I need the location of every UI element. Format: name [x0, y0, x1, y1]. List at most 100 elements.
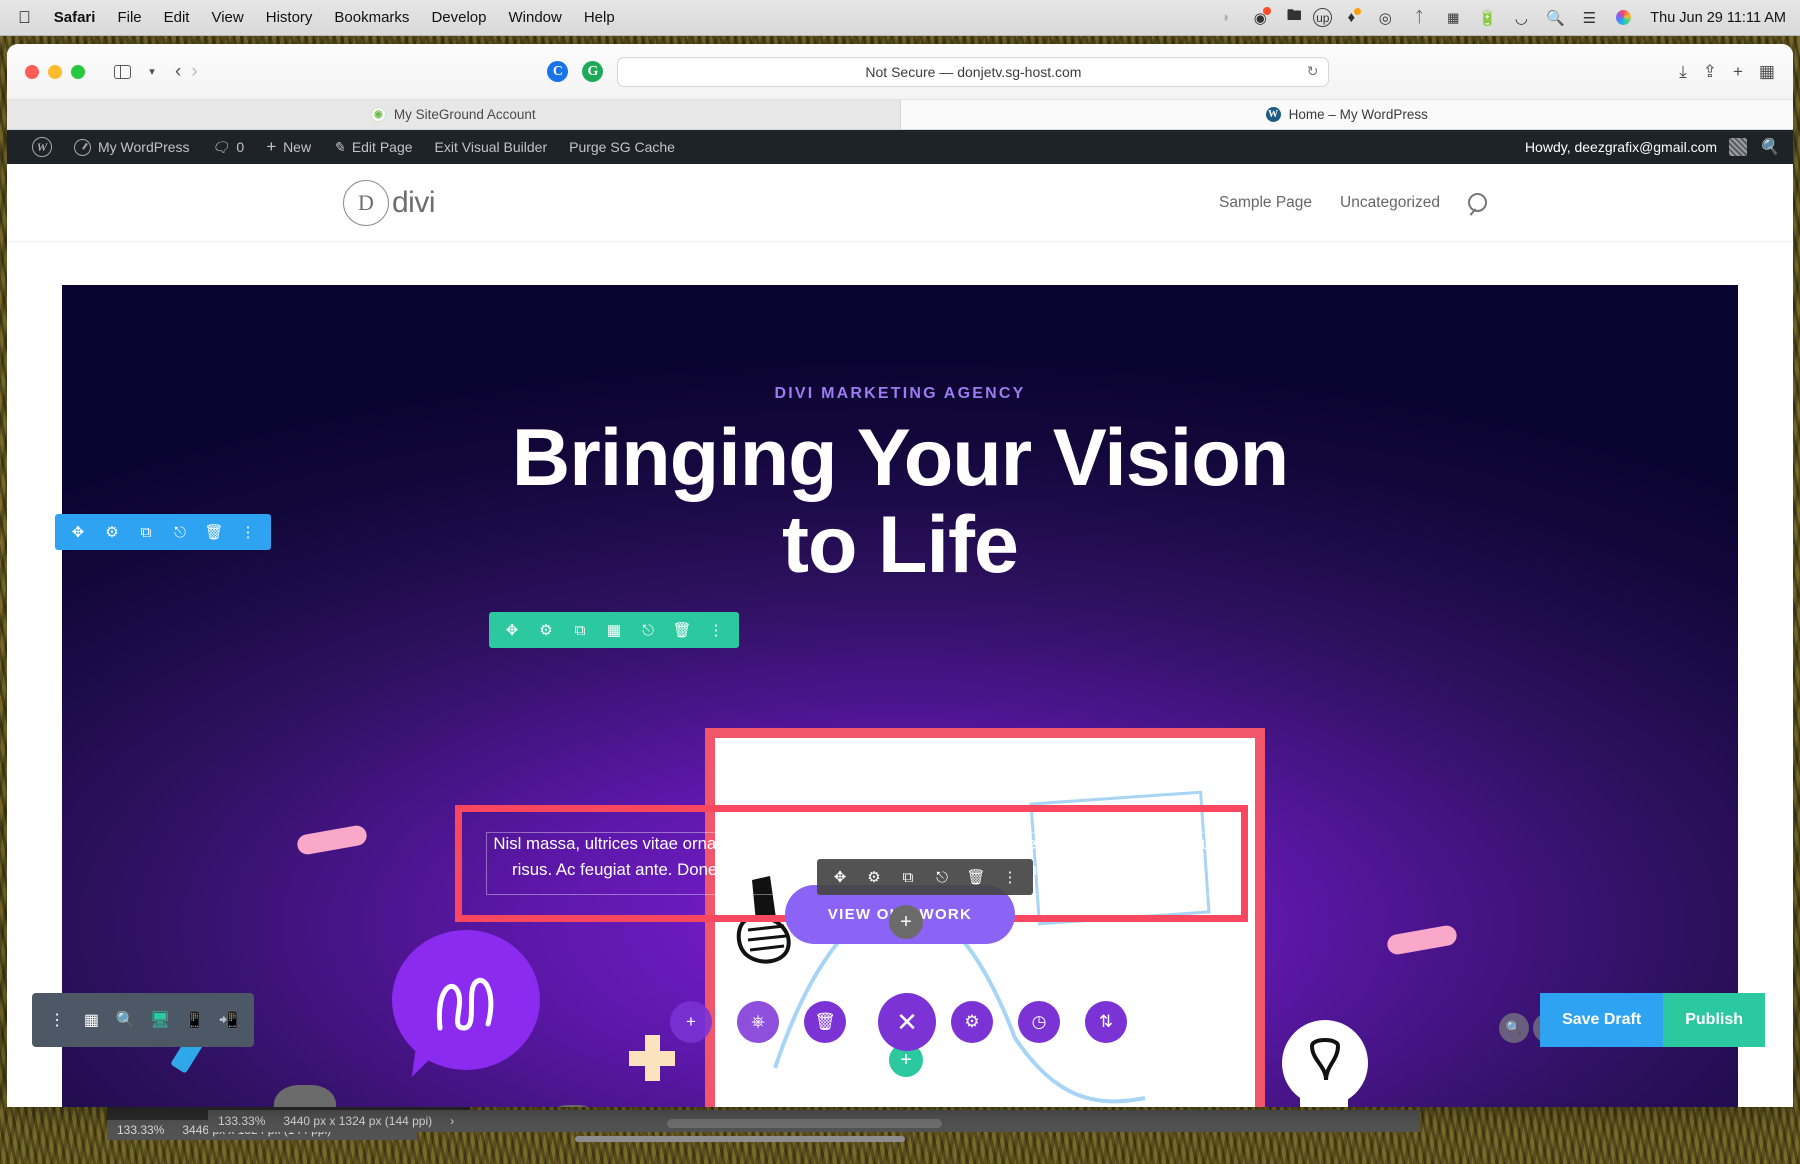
trash-icon[interactable]: 🗑 — [665, 612, 699, 648]
admin-bar-item-new[interactable]: + New — [255, 130, 322, 164]
new-tab-icon[interactable]: + — [1733, 62, 1743, 82]
tab-grid-icon[interactable]: ▦ — [1759, 62, 1775, 82]
timemachine-icon[interactable]: ◎ — [1370, 6, 1400, 30]
gear-icon[interactable]: ⚙ — [529, 612, 563, 648]
builder-view-toolbar[interactable]: ⋮ ▦ 🔍 🖥 📱 📲 — [32, 993, 254, 1047]
zoom-button[interactable] — [71, 64, 85, 79]
calculator-icon[interactable]: ▦ — [1438, 6, 1468, 30]
battery-icon[interactable]: 🔋 — [1472, 6, 1502, 30]
menu-item-file[interactable]: File — [106, 0, 152, 36]
gear-icon[interactable]: ⚙ — [857, 859, 891, 895]
user-avatar[interactable] — [1729, 138, 1748, 156]
admin-bar-item-purge-sg-cache[interactable]: Purge SG Cache — [558, 130, 686, 164]
menu-item-help[interactable]: Help — [573, 0, 626, 36]
fab-close-x-icon[interactable]: ✕ — [878, 993, 936, 1051]
chevron-down-icon[interactable]: ▾ — [137, 59, 167, 85]
row-settings-toolbar[interactable]: ✥ ⚙ ⧉ ▦ ⎋ 🗑 ⋮ — [489, 612, 739, 648]
fab-responsive-sort-icon[interactable]: ⇅ — [1085, 1001, 1127, 1043]
save-draft-button[interactable]: Save Draft — [1540, 993, 1664, 1047]
move-icon[interactable]: ✥ — [61, 514, 95, 550]
nav-item-sample-page[interactable]: Sample Page — [1219, 194, 1312, 212]
tab-home-my-wordpress[interactable]: W Home – My WordPress — [900, 100, 1793, 129]
admin-bar-item-edit-page[interactable]: ✎ Edit Page — [322, 130, 423, 164]
back-arrow-icon[interactable]: ‹ — [175, 61, 181, 83]
menu-item-window[interactable]: Window — [497, 0, 572, 36]
address-bar[interactable]: Not Secure — donjetv.sg-host.com ↻ — [617, 56, 1330, 87]
g-extension-icon[interactable]: G — [582, 61, 604, 82]
folder-icon[interactable]: 🖿 — [1279, 6, 1309, 30]
add-module-button[interactable]: + — [889, 905, 923, 939]
menu-item-develop[interactable]: Develop — [420, 0, 497, 36]
fab-trash-icon[interactable]: 🗑 — [804, 1001, 846, 1043]
sidebar-toggle-icon[interactable] — [107, 59, 137, 85]
search-icon[interactable]: 🔍 — [1499, 1013, 1529, 1043]
menu-bar-status-icons: ◗ ◉ 🖿 up ♦ ◎ ᛏ ▦ 🔋 ◡ 🔍 ☰ Thu Jun 29 11:1… — [1211, 6, 1800, 30]
wireframe-view-icon[interactable]: ▦ — [76, 1005, 106, 1035]
trash-icon[interactable]: 🗑 — [959, 859, 993, 895]
spotlight-search-icon[interactable]: 🔍 — [1540, 6, 1570, 30]
save-library-icon[interactable]: ⎋ — [631, 612, 665, 648]
more-options-icon[interactable]: ⋮ — [42, 1005, 72, 1035]
module-settings-toolbar[interactable]: ✥ ⚙ ⧉ ⎋ 🗑 ⋮ — [817, 859, 1033, 895]
search-icon[interactable] — [1468, 193, 1487, 212]
more-options-icon[interactable]: ⋮ — [231, 514, 265, 550]
nav-item-uncategorized[interactable]: Uncategorized — [1340, 194, 1440, 212]
gear-icon[interactable]: ⚙ — [95, 514, 129, 550]
move-icon[interactable]: ✥ — [823, 859, 857, 895]
downloads-icon[interactable]: ⤓ — [1679, 62, 1687, 82]
menu-item-edit[interactable]: Edit — [153, 0, 201, 36]
menu-bar-clock[interactable]: Thu Jun 29 11:11 AM — [1642, 10, 1786, 26]
menu-item-bookmarks[interactable]: Bookmarks — [323, 0, 420, 36]
menu-item-safari[interactable]: Safari — [43, 0, 107, 36]
admin-bar-item-my-wordpress[interactable]: My WordPress — [63, 130, 201, 164]
menu-item-view[interactable]: View — [200, 0, 254, 36]
share-icon[interactable]: ⇪ — [1703, 62, 1717, 82]
save-library-icon[interactable]: ⎋ — [925, 859, 959, 895]
zoom-view-icon[interactable]: 🔍 — [111, 1005, 141, 1035]
fab-history-clock-icon[interactable]: ◷ — [1018, 1001, 1060, 1043]
move-icon[interactable]: ✥ — [495, 612, 529, 648]
save-library-icon[interactable]: ⎋ — [163, 514, 197, 550]
notion-icon[interactable]: ♦ — [1336, 6, 1366, 30]
section-settings-toolbar[interactable]: ✥ ⚙ ⧉ ⎋ 🗑 ⋮ — [55, 514, 271, 550]
menu-item-history[interactable]: History — [255, 0, 324, 36]
admin-bar-item-exit-visual-builder[interactable]: Exit Visual Builder — [424, 130, 559, 164]
fab-add-icon[interactable]: + — [670, 1001, 712, 1043]
duplicate-icon[interactable]: ⧉ — [129, 514, 163, 550]
fab-power-toggle-icon[interactable]: ⎈ — [737, 1001, 779, 1043]
reload-icon[interactable]: ↻ — [1307, 63, 1319, 80]
wp-logo-menu[interactable]: W — [21, 130, 63, 164]
grammarly-icon[interactable]: ◉ — [1245, 6, 1275, 30]
tablet-view-icon[interactable]: 📱 — [179, 1005, 209, 1035]
minimize-button[interactable] — [48, 64, 62, 79]
background-scrollbar-secondary[interactable] — [575, 1136, 905, 1142]
divi-logo[interactable]: D divi — [343, 179, 436, 226]
c-extension-icon[interactable]: C — [547, 61, 569, 82]
more-options-icon[interactable]: ⋮ — [699, 612, 733, 648]
bluetooth-icon[interactable]: ᛏ — [1404, 6, 1434, 30]
howdy-label[interactable]: Howdy, deezgrafix@gmail.com — [1525, 139, 1717, 155]
upwork-icon[interactable]: up — [1313, 8, 1333, 27]
duplicate-icon[interactable]: ⧉ — [891, 859, 925, 895]
forward-arrow-icon[interactable]: › — [191, 61, 197, 83]
phone-view-icon[interactable]: 📲 — [214, 1005, 244, 1035]
tab-siteground-account[interactable]: ◉ My SiteGround Account — [7, 100, 901, 129]
trash-icon[interactable]: 🗑 — [197, 514, 231, 550]
admin-bar-item-comments[interactable]: 🗨 0 — [201, 130, 256, 164]
close-button[interactable] — [25, 64, 39, 79]
airplay-icon[interactable]: ◗ — [1211, 6, 1241, 30]
url-text: Not Secure — donjetv.sg-host.com — [865, 63, 1082, 80]
desktop-view-icon[interactable]: 🖥 — [145, 1005, 175, 1035]
zoom-value-right: 133.33% — [218, 1114, 266, 1128]
publish-button[interactable]: Publish — [1663, 993, 1765, 1047]
column-structure-icon[interactable]: ▦ — [597, 612, 631, 648]
duplicate-icon[interactable]: ⧉ — [563, 612, 597, 648]
apple-icon[interactable]:  — [14, 1, 43, 35]
controlcenter-icon[interactable]: ☰ — [1574, 6, 1604, 30]
wifi-icon[interactable]: ◡ — [1506, 6, 1536, 30]
more-options-icon[interactable]: ⋮ — [993, 859, 1027, 895]
search-icon[interactable]: 🔍 — [1759, 137, 1779, 157]
background-scrollbar[interactable] — [667, 1119, 942, 1128]
fab-settings-gear-icon[interactable]: ⚙ — [951, 1001, 993, 1043]
siri-icon[interactable] — [1608, 6, 1638, 30]
